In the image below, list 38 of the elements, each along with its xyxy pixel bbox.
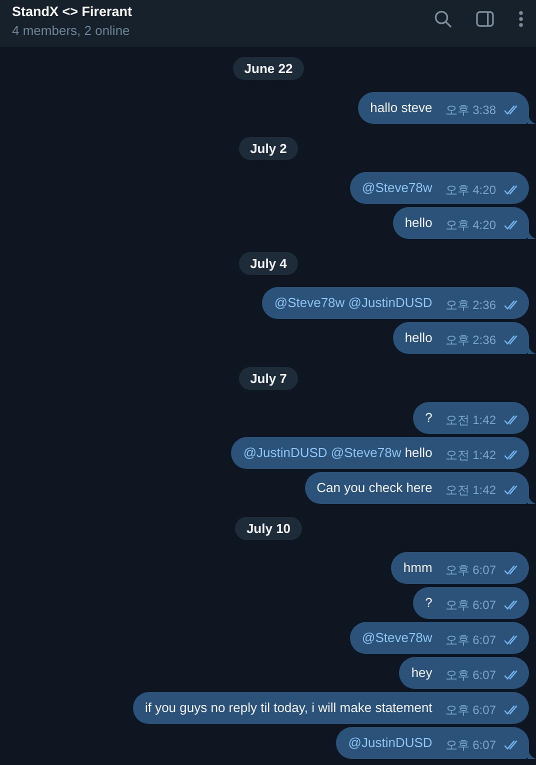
member-count: 4 members, 2 online — [12, 22, 131, 40]
message-text: hey — [411, 664, 432, 682]
message-text: @JustinDUSD @Steve78w hello — [243, 444, 432, 462]
date-label: July 10 — [235, 517, 302, 540]
message-time: 오후 6:07 — [445, 562, 496, 579]
chat-title: StandX <> Firerant — [12, 3, 132, 21]
message-time: 오후 3:38 — [445, 102, 496, 119]
message-text: if you guys no reply til today, i will make statement — [144, 699, 432, 717]
message-time: 오후 2:36 — [445, 297, 496, 314]
sidebar-toggle-icon[interactable] — [476, 11, 494, 27]
message-time: 오후 4:20 — [445, 217, 496, 234]
message-text: @Steve78w @JustinDUSD — [274, 294, 432, 312]
message-text: hello — [404, 329, 432, 347]
message-time: 오후 6:07 — [445, 702, 496, 719]
message-time: 오후 6:07 — [445, 632, 496, 649]
message-time: 오후 4:20 — [445, 182, 496, 199]
message-text: hallo steve — [370, 99, 432, 117]
message-text: Can you check here — [316, 479, 432, 497]
message-time: 오후 6:07 — [445, 597, 496, 614]
message-time: 오후 6:07 — [445, 737, 496, 754]
message-text: @Steve78w — [362, 629, 432, 647]
message-time: 오후 2:36 — [445, 332, 496, 349]
message-text: hello — [404, 214, 432, 232]
message-text: ? — [425, 594, 432, 612]
date-label: June 22 — [233, 57, 304, 80]
message-text: @JustinDUSD — [348, 734, 432, 752]
date-label: July 7 — [239, 367, 298, 390]
message-text: @Steve78w — [362, 179, 432, 197]
message-time: 오전 1:42 — [445, 447, 496, 464]
date-label: July 2 — [239, 137, 298, 160]
search-icon[interactable] — [434, 10, 452, 28]
message-text: ? — [425, 409, 432, 427]
message-time: 오전 1:42 — [445, 482, 496, 499]
more-options-icon[interactable] — [518, 10, 524, 28]
message-text: hmm — [403, 559, 432, 577]
date-label: July 4 — [239, 252, 298, 275]
message-time: 오전 1:42 — [445, 412, 496, 429]
message-time: 오후 6:07 — [445, 667, 496, 684]
